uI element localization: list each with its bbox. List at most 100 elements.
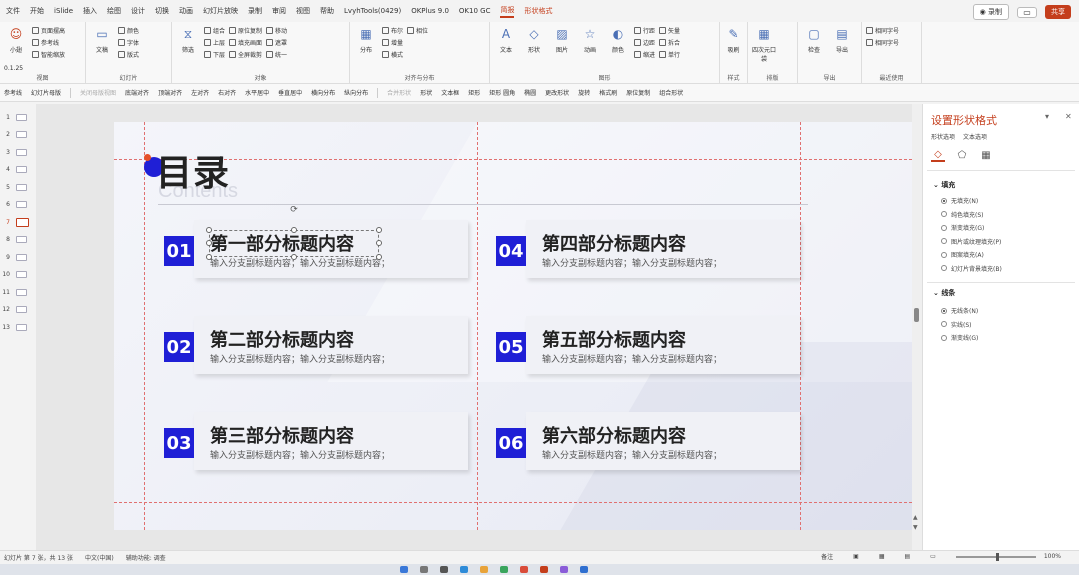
quick-toolbar-item[interactable]: 顶端对齐 — [158, 88, 182, 97]
guide-line[interactable] — [477, 122, 478, 530]
toc-number-badge[interactable]: 03 — [164, 428, 194, 458]
quick-toolbar-item[interactable]: 底端对齐 — [125, 88, 149, 97]
ribbon-small-button[interactable]: 增量 — [382, 38, 403, 47]
menu-item[interactable]: 开始 — [30, 6, 44, 16]
toc-number-badge[interactable]: 01 — [164, 236, 194, 266]
powerpoint-icon[interactable] — [540, 566, 548, 573]
toc-number-badge[interactable]: 04 — [496, 236, 526, 266]
radio-button[interactable] — [941, 321, 947, 327]
zoom-level[interactable]: 100% — [1044, 553, 1061, 560]
selection-box[interactable] — [209, 230, 379, 257]
accessibility[interactable]: 辅助功能: 调查 — [126, 553, 166, 562]
sorter-view-icon[interactable]: ▦ — [879, 553, 885, 560]
guide-line[interactable] — [144, 122, 145, 530]
ribbon-small-button[interactable]: 边距 — [634, 38, 655, 47]
reading-view-icon[interactable]: ▤ — [905, 553, 911, 560]
ribbon-small-button[interactable]: 遮罩 — [266, 38, 287, 47]
quick-toolbar-item[interactable]: 参考线 — [4, 88, 22, 97]
menu-item[interactable]: 视图 — [296, 6, 310, 16]
rotate-handle-icon[interactable]: ⟳ — [289, 205, 299, 215]
ribbon-small-button[interactable]: 行距 — [634, 26, 655, 35]
share-button[interactable]: 共享 — [1045, 5, 1071, 19]
ribbon-small-button[interactable]: 智能缩放 — [32, 50, 65, 59]
slide-thumbnail[interactable]: 6 — [0, 198, 34, 212]
menu-item[interactable]: OKPlus 9.0 — [411, 7, 449, 15]
fill-line-icon[interactable]: ◇ — [931, 148, 945, 162]
ribbon-small-button[interactable]: 相位 — [407, 26, 428, 35]
resize-handle[interactable] — [206, 254, 212, 260]
slide-thumbnail[interactable]: 7 — [0, 215, 34, 229]
toc-title[interactable]: 第四部分标题内容 — [542, 230, 686, 256]
quick-toolbar-item[interactable]: 纵向分布 — [344, 88, 368, 97]
quick-toolbar-item[interactable]: 椭圆 — [524, 88, 536, 97]
size-properties-icon[interactable]: ▦ — [979, 148, 993, 162]
tab-text-options[interactable]: 文本选项 — [963, 132, 987, 141]
menu-item[interactable]: 插入 — [83, 6, 97, 16]
slideshow-icon[interactable]: ▭ — [930, 553, 936, 560]
slide-thumbnail[interactable]: 4 — [0, 163, 34, 177]
quick-toolbar-item[interactable]: 幻灯片母版 — [31, 88, 61, 97]
ribbon-small-button[interactable]: 拆合 — [659, 38, 680, 47]
slide-thumbnail[interactable]: 3 — [0, 145, 34, 159]
ribbon-small-button[interactable]: 统一 — [266, 50, 287, 59]
radio-option[interactable]: 无线条(N) — [941, 306, 978, 315]
ribbon-small-button[interactable]: 单行 — [659, 50, 680, 59]
app-icon[interactable] — [520, 566, 528, 573]
quick-toolbar-item[interactable]: 旋转 — [578, 88, 590, 97]
quick-toolbar-item[interactable]: 组合形状 — [659, 88, 683, 97]
radio-button[interactable] — [941, 265, 947, 271]
quick-toolbar-item[interactable]: 水平居中 — [245, 88, 269, 97]
scroll-thumb[interactable] — [914, 308, 919, 322]
ribbon-small-button[interactable]: 移动 — [266, 26, 287, 35]
ribbon-small-button[interactable]: 字体 — [118, 38, 139, 47]
radio-option[interactable]: 无填充(N) — [941, 196, 978, 205]
line-section-header[interactable]: ⌄ 线条 — [933, 288, 955, 298]
toc-title[interactable]: 第二部分标题内容 — [210, 326, 354, 352]
ribbon-small-button[interactable]: 全屏裁剪 — [229, 50, 262, 59]
radio-option[interactable]: 渐变线(G) — [941, 333, 978, 342]
scroll-down-icon[interactable]: ▼ — [913, 524, 918, 531]
slide-thumbnail[interactable]: 13 — [0, 320, 34, 334]
slide-thumbnail[interactable]: 1 — [0, 110, 34, 124]
menu-item[interactable]: LvyhTools(0429) — [344, 7, 401, 15]
radio-option[interactable]: 渐变填充(G) — [941, 223, 984, 232]
radio-button[interactable] — [941, 238, 947, 244]
normal-view-icon[interactable]: ▣ — [853, 553, 859, 560]
quick-toolbar-item[interactable]: 矩形 — [468, 88, 480, 97]
toc-subtitle[interactable]: 输入分支副标题内容；输入分支副标题内容； — [542, 352, 722, 365]
toc-number-badge[interactable]: 06 — [496, 428, 526, 458]
radio-button[interactable] — [941, 211, 947, 217]
radio-option[interactable]: 幻灯片背景填充(B) — [941, 264, 1002, 273]
radio-button[interactable] — [941, 334, 947, 341]
close-icon[interactable]: ✕ — [1065, 112, 1072, 121]
toc-subtitle[interactable]: 输入分支副标题内容；输入分支副标题内容； — [210, 256, 390, 269]
ribbon-small-button[interactable]: 参考线 — [32, 38, 65, 47]
toc-subtitle[interactable]: 输入分支副标题内容；输入分支副标题内容； — [210, 352, 390, 365]
slide-title[interactable]: 目录 — [156, 144, 230, 196]
menu-item[interactable]: 动画 — [179, 6, 193, 16]
slide-thumbnail[interactable]: 5 — [0, 180, 34, 194]
ribbon-small-button[interactable]: 页面摆高 — [32, 26, 65, 35]
slide-thumbnail[interactable]: 9 — [0, 250, 34, 264]
quick-toolbar-item[interactable]: 格式刷 — [599, 88, 617, 97]
ribbon-small-button[interactable]: 下层 — [204, 50, 225, 59]
guide-line[interactable] — [800, 122, 801, 530]
resize-handle[interactable] — [291, 254, 297, 260]
radio-button[interactable] — [941, 251, 947, 258]
menu-item[interactable]: OK10 GC — [459, 7, 491, 15]
ribbon-small-button[interactable]: 相同字号 — [866, 26, 899, 35]
resize-handle[interactable] — [206, 227, 212, 233]
radio-option[interactable]: 实线(S) — [941, 320, 972, 329]
radio-button[interactable] — [941, 197, 947, 204]
menu-item[interactable]: 审阅 — [272, 6, 286, 16]
taskview-icon[interactable] — [440, 566, 448, 573]
notes-button[interactable]: 备注 — [821, 552, 833, 561]
pane-options-icon[interactable]: ▾ — [1045, 112, 1049, 121]
menu-item[interactable]: 帮助 — [320, 6, 334, 16]
menu-item[interactable]: 简报 — [500, 5, 515, 18]
resize-handle[interactable] — [376, 254, 382, 260]
quick-toolbar-item[interactable]: 原位复制 — [626, 88, 650, 97]
language[interactable]: 中文(中国) — [85, 553, 114, 562]
resize-handle[interactable] — [206, 240, 212, 246]
ribbon-small-button[interactable]: 缩进 — [634, 50, 655, 59]
